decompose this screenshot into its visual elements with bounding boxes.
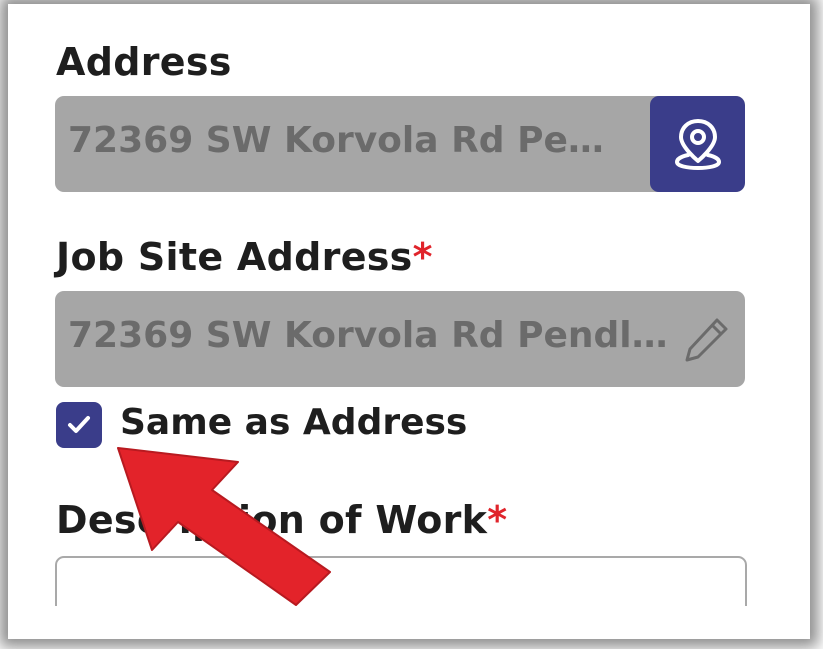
description-label: Description of Work* bbox=[56, 498, 508, 542]
address-field[interactable]: 72369 SW Korvola Rd Pendlet... bbox=[55, 96, 745, 192]
description-textarea[interactable] bbox=[55, 556, 747, 606]
address-value: 72369 SW Korvola Rd Pendlet... bbox=[68, 120, 628, 161]
checkmark-icon bbox=[68, 416, 90, 433]
job-site-address-field[interactable]: 72369 SW Korvola Rd Pendl... bbox=[55, 291, 745, 387]
form-card: Address 72369 SW Korvola Rd Pendlet... J… bbox=[16, 10, 790, 606]
pencil-icon[interactable] bbox=[681, 313, 733, 365]
required-marker: * bbox=[412, 235, 433, 279]
required-marker: * bbox=[487, 498, 508, 542]
map-pin-icon bbox=[674, 119, 721, 171]
job-site-address-value: 72369 SW Korvola Rd Pendl... bbox=[68, 315, 668, 356]
same-as-address-checkbox[interactable] bbox=[56, 402, 102, 448]
address-label: Address bbox=[56, 40, 232, 84]
map-location-button[interactable] bbox=[650, 96, 745, 192]
same-as-address-label[interactable]: Same as Address bbox=[120, 402, 467, 443]
job-site-address-label: Job Site Address* bbox=[56, 235, 433, 279]
